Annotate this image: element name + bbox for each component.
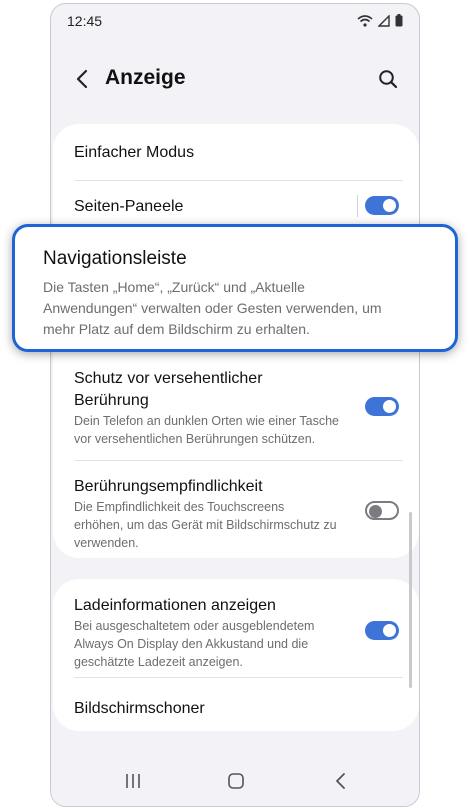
search-icon (379, 70, 398, 89)
setting-accidental-touch-desc-1: Dein Telefon an dunklen Orten wie einer … (74, 414, 339, 428)
setting-accidental-touch[interactable]: Schutz vor versehentlicher Berührung Dei… (53, 362, 419, 458)
navigation-bar-callout[interactable]: Navigationsleiste Die Tasten „Home“, „Zu… (12, 224, 458, 352)
callout-desc-line-3: mehr Platz auf dem Bildschirm zu erhalte… (43, 321, 310, 337)
setting-touch-sensitivity[interactable]: Berührungsempfindlichkeit Die Empfindlic… (53, 461, 419, 557)
setting-accidental-touch-desc-2: vor versehentlichen Berührungen schützen… (74, 432, 316, 446)
scrollbar[interactable] (409, 512, 412, 688)
settings-card-secondary: Ladeinformationen anzeigen Bei ausgescha… (53, 579, 419, 731)
touch-sensitivity-toggle[interactable] (365, 501, 399, 520)
setting-touch-sensitivity-desc-3: verwenden. (74, 536, 139, 550)
setting-charging-info-title: Ladeinformationen anzeigen (74, 597, 276, 614)
setting-edge-panels-title: Seiten-Paneele (74, 198, 184, 215)
callout-description: Die Tasten „Home“, „Zurück“ und „Aktuell… (43, 277, 439, 340)
app-bar: Anzeige (51, 54, 419, 104)
setting-touch-sensitivity-desc-2: erhöhen, um das Gerät mit Bildschirmschu… (74, 518, 337, 532)
wifi-icon (357, 14, 373, 32)
setting-screensaver[interactable]: Bildschirmschoner (53, 678, 419, 731)
status-bar: 12:45 (51, 4, 419, 42)
setting-accidental-touch-title-1: Schutz vor versehentlicher (74, 370, 263, 387)
charging-info-toggle[interactable] (365, 621, 399, 640)
setting-simple-mode[interactable]: Einfacher Modus (53, 124, 419, 180)
nav-back-button[interactable] (325, 768, 355, 794)
setting-touch-sensitivity-title: Berührungsempfindlichkeit (74, 478, 263, 495)
page-title: Anzeige (105, 66, 186, 89)
status-icons (357, 14, 403, 32)
setting-screensaver-title: Bildschirmschoner (74, 700, 205, 717)
callout-title: Navigationsleiste (43, 248, 187, 269)
setting-charging-info-desc-2: Always On Display den Akkustand und die (74, 637, 309, 651)
system-nav-bar (51, 754, 419, 806)
toggle-separator (357, 195, 358, 217)
setting-simple-mode-title: Einfacher Modus (74, 144, 195, 161)
setting-charging-info[interactable]: Ladeinformationen anzeigen Bei ausgescha… (53, 579, 419, 674)
battery-icon (395, 14, 403, 32)
search-button[interactable] (375, 66, 401, 92)
nav-back-icon (336, 773, 345, 789)
setting-charging-info-desc-1: Bei ausgeschaltetem oder ausgeblendetem (74, 619, 315, 633)
recents-icon (126, 774, 140, 788)
status-time: 12:45 (67, 13, 103, 29)
setting-touch-sensitivity-desc-1: Die Empfindlichkeit des Touchscreens (74, 500, 285, 514)
signal-icon (377, 14, 390, 32)
setting-charging-info-desc-3: geschätzte Ladezeit anzeigen. (74, 655, 243, 669)
back-arrow-icon (76, 69, 88, 89)
edge-panels-toggle[interactable] (365, 196, 399, 215)
callout-desc-line-1: Die Tasten „Home“, „Zurück“ und „Aktuell… (43, 279, 305, 295)
accidental-touch-toggle[interactable] (365, 397, 399, 416)
setting-accidental-touch-title-2: Berührung (74, 392, 149, 409)
recents-button[interactable] (118, 768, 148, 794)
back-button[interactable] (69, 66, 95, 92)
phone-frame: 12:45 Anzeige Einfacher Modus Seiten-Pan… (50, 3, 420, 807)
home-icon (228, 773, 244, 789)
callout-desc-line-2: Anwendungen“ verwalten oder Gesten verwe… (43, 300, 382, 316)
home-button[interactable] (221, 768, 251, 794)
